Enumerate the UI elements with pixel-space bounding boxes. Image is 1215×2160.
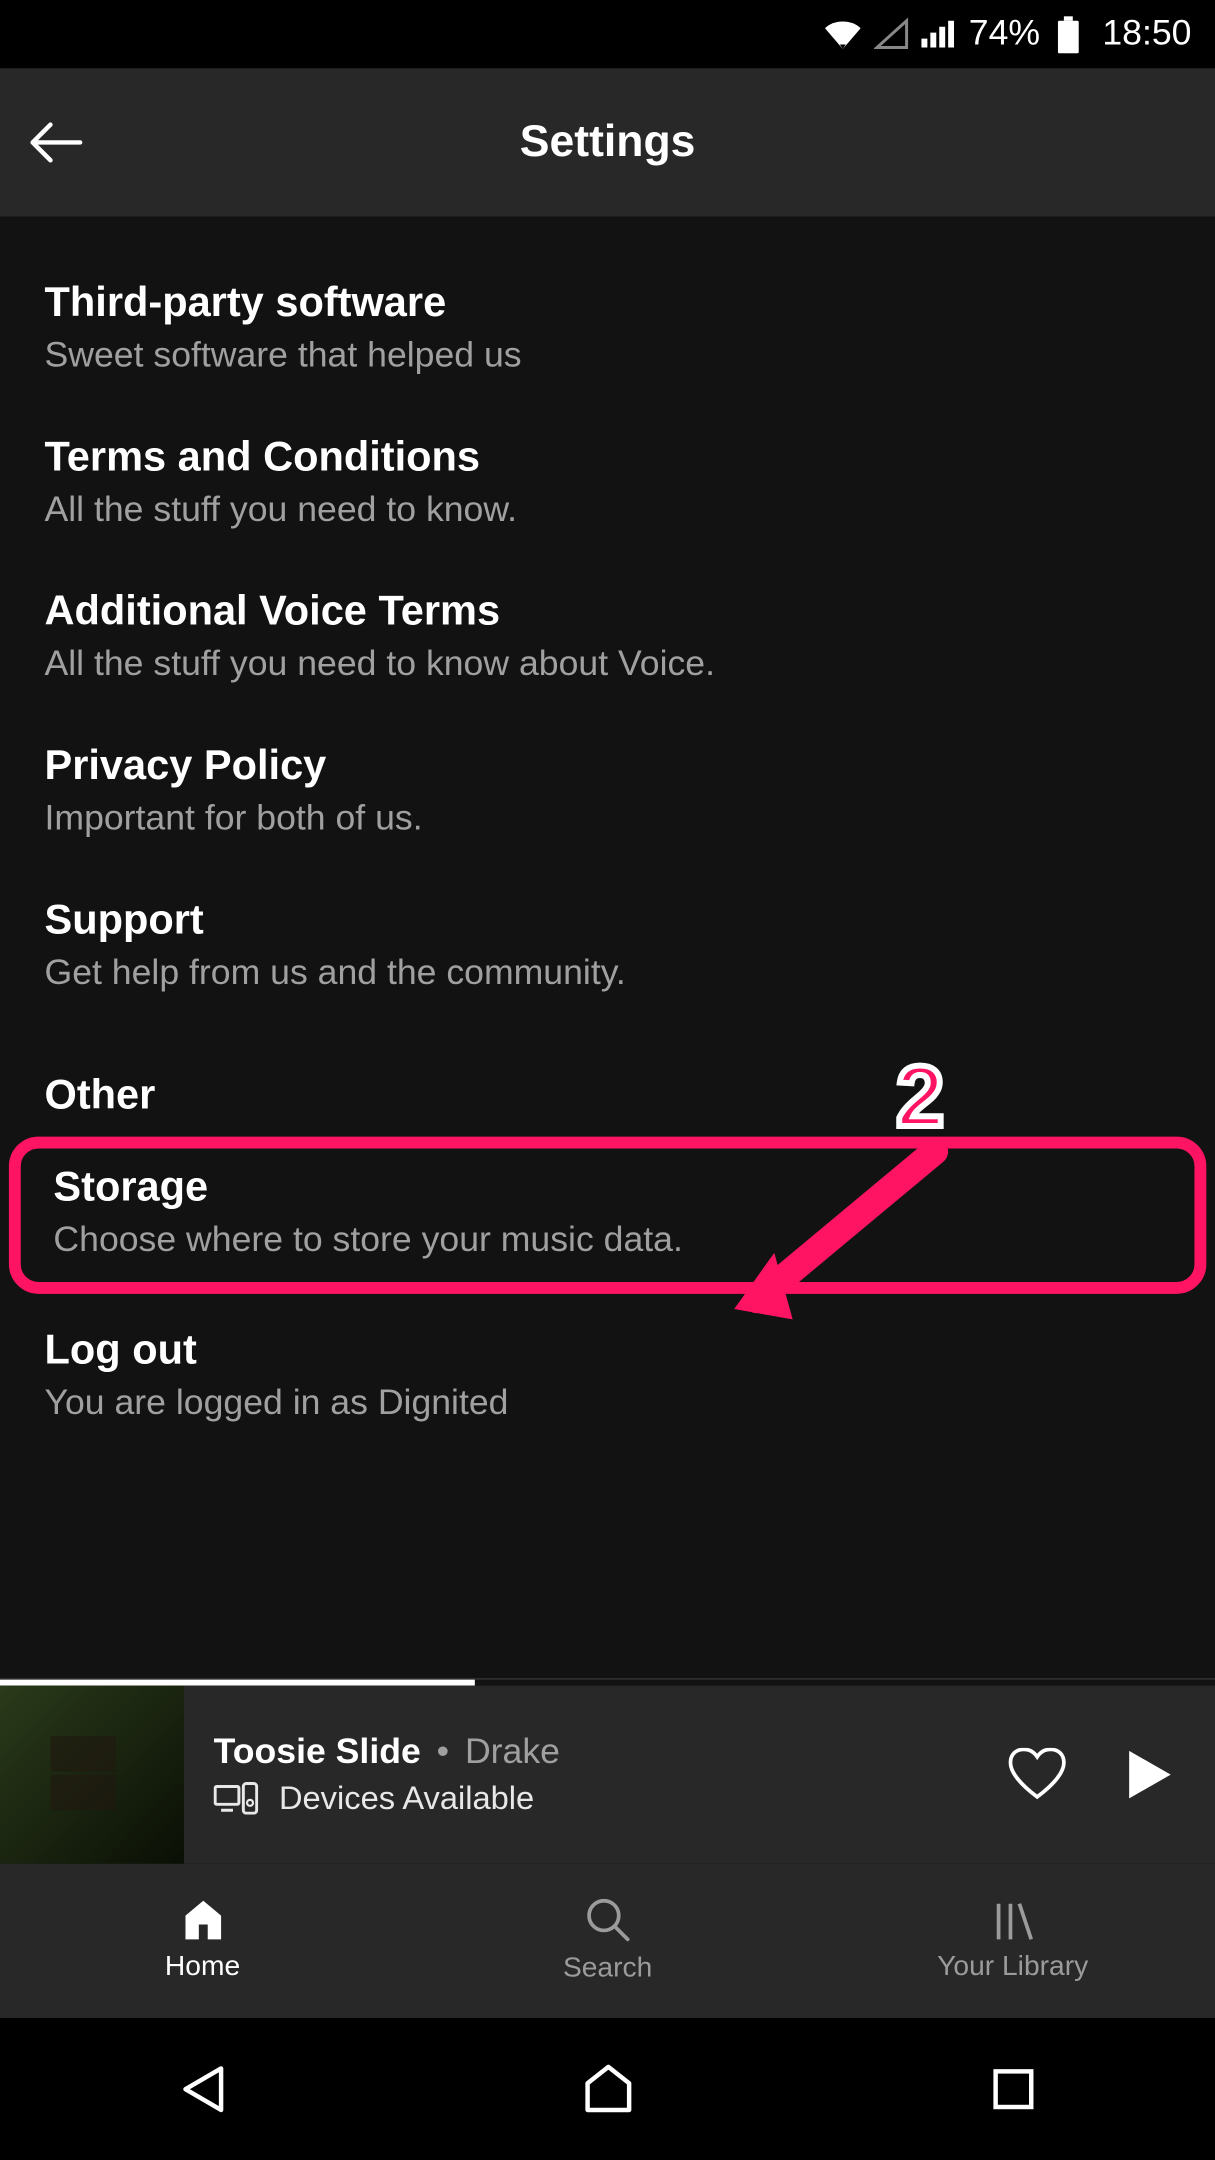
system-home-button[interactable] (519, 2044, 697, 2133)
settings-item-title: Terms and Conditions (45, 433, 1171, 480)
home-icon (179, 1898, 226, 1943)
page-title: Settings (0, 117, 1215, 167)
system-recent-button[interactable] (924, 2044, 1102, 2133)
now-playing-separator: • (437, 1732, 449, 1772)
cell-signal-icon (918, 18, 954, 51)
settings-item-logout[interactable]: Log out You are logged in as Dignited (0, 1303, 1215, 1457)
settings-item-sub: Choose where to store your music data. (53, 1220, 1161, 1262)
settings-item-sub: Important for both of us. (45, 798, 1171, 840)
android-status-bar: 74% 18:50 (0, 0, 1215, 68)
android-system-nav (0, 2018, 1215, 2159)
cell-empty-icon (874, 18, 910, 51)
battery-percent: 74% (969, 13, 1040, 55)
settings-item-support[interactable]: Support Get help from us and the communi… (0, 872, 1215, 1026)
settings-item-title: Support (45, 896, 1171, 943)
settings-item-terms[interactable]: Terms and Conditions All the stuff you n… (0, 410, 1215, 564)
now-playing-artist: Drake (465, 1732, 560, 1772)
settings-item-sub: All the stuff you need to know about Voi… (45, 644, 1171, 686)
app-header: Settings (0, 68, 1215, 216)
now-playing-song: Toosie Slide (214, 1732, 421, 1772)
now-playing-bar[interactable]: Toosie Slide • Drake Devices Available (0, 1686, 1215, 1864)
settings-list: Third-party software Sweet software that… (0, 217, 1215, 1686)
settings-item-sub: Sweet software that helped us (45, 335, 1171, 377)
devices-available-label: Devices Available (279, 1779, 534, 1818)
library-icon (989, 1898, 1036, 1943)
settings-item-title: Third-party software (45, 279, 1171, 326)
triangle-back-icon (176, 2062, 229, 2115)
settings-item-sub: Get help from us and the community. (45, 953, 1171, 995)
settings-item-title: Storage (53, 1163, 1161, 1210)
arrow-left-icon (30, 122, 83, 164)
square-icon (989, 2065, 1036, 2112)
home-outline-icon (578, 2062, 637, 2115)
settings-item-privacy[interactable]: Privacy Policy Important for both of us. (0, 718, 1215, 872)
settings-item-third-party[interactable]: Third-party software Sweet software that… (0, 255, 1215, 409)
devices-icon (214, 1782, 259, 1815)
bottom-nav: Home Search Your Library (0, 1864, 1215, 2018)
tab-label: Search (563, 1953, 652, 1986)
annotation-number: 2 (896, 1048, 944, 1147)
now-playing-info: Toosie Slide • Drake Devices Available (184, 1732, 1008, 1818)
settings-item-voice-terms[interactable]: Additional Voice Terms All the stuff you… (0, 564, 1215, 718)
tab-label: Your Library (937, 1951, 1088, 1984)
settings-item-title: Additional Voice Terms (45, 588, 1171, 635)
album-art (0, 1686, 184, 1864)
wifi-icon (820, 16, 865, 52)
settings-item-title: Log out (45, 1327, 1171, 1374)
tab-label: Home (165, 1951, 240, 1984)
play-icon[interactable] (1126, 1748, 1173, 1801)
settings-item-sub: All the stuff you need to know. (45, 490, 1171, 532)
status-time: 18:50 (1102, 13, 1191, 55)
tab-home[interactable]: Home (0, 1864, 405, 2018)
battery-icon (1055, 15, 1082, 54)
section-header-other: Other (0, 1027, 1215, 1131)
settings-item-sub: You are logged in as Dignited (45, 1383, 1171, 1425)
status-icons (820, 16, 954, 52)
search-icon (584, 1896, 631, 1943)
heart-icon[interactable] (1008, 1748, 1067, 1801)
back-button[interactable] (27, 113, 86, 172)
system-back-button[interactable] (114, 2044, 292, 2133)
settings-item-title: Privacy Policy (45, 742, 1171, 789)
tab-search[interactable]: Search (405, 1864, 810, 2018)
tab-library[interactable]: Your Library (810, 1864, 1215, 2018)
settings-item-storage[interactable]: Storage Choose where to store your music… (9, 1137, 1206, 1294)
